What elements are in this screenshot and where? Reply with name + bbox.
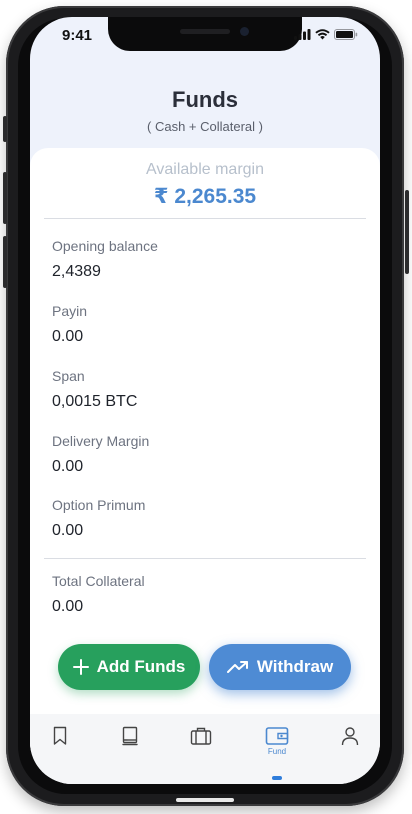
briefcase-icon [190,727,212,745]
add-funds-label: Add Funds [96,657,186,676]
tab-book[interactable] [110,726,150,766]
signal-icon [294,29,311,40]
tab-bookmarks[interactable] [40,726,80,766]
profile-icon [341,727,359,746]
wallet-icon [265,727,289,745]
divider [44,218,366,219]
span-value: 0,0015 BTC [52,393,138,410]
withdraw-button[interactable]: Withdraw [209,644,351,690]
notch [108,17,302,51]
divider [44,558,366,559]
add-funds-button[interactable]: Add Funds [58,644,200,690]
tab-profile[interactable] [330,726,370,766]
option-primum-value: 0.00 [52,522,84,539]
speaker-grill [180,29,230,34]
battery-icon [334,29,358,40]
app-screen: 9:41 Funds ( Cash + Collateral ) Availab… [30,17,380,784]
status-icons [294,29,358,40]
page-title: Funds [172,87,238,112]
opening-balance-label: Opening balance [52,238,158,254]
tab-portfolio[interactable] [181,726,221,766]
volume-down-button [3,236,7,288]
home-indicator [176,798,234,802]
trending-up-icon [226,661,248,673]
bottom-tab-bar: Fund [30,714,380,784]
withdraw-label: Withdraw [256,657,334,676]
payin-label: Payin [52,303,88,319]
mute-switch [3,116,7,142]
plus-icon [72,659,89,675]
total-collateral-value: 0.00 [52,598,84,615]
opening-balance-value: 2,4389 [52,263,101,280]
status-time: 9:41 [62,27,93,44]
book-icon [122,726,138,746]
bookmark-icon [53,726,67,745]
payin-value: 0.00 [52,328,84,345]
tab-fund[interactable]: Fund [257,726,297,766]
available-margin-label: Available margin [146,161,264,178]
camera-icon [240,27,249,36]
total-collateral-label: Total Collateral [52,573,145,589]
delivery-margin-label: Delivery Margin [52,433,150,449]
available-margin-value: ₹ 2,265.35 [153,185,257,208]
wifi-icon [315,29,330,40]
span-label: Span [52,368,85,384]
page-subtitle: ( Cash + Collateral ) [147,119,263,134]
active-tab-indicator [272,776,282,780]
option-primum-label: Option Primum [52,497,146,513]
volume-up-button [3,172,7,224]
tab-fund-label: Fund [267,747,287,756]
power-button [405,190,409,274]
delivery-margin-value: 0.00 [52,458,84,475]
